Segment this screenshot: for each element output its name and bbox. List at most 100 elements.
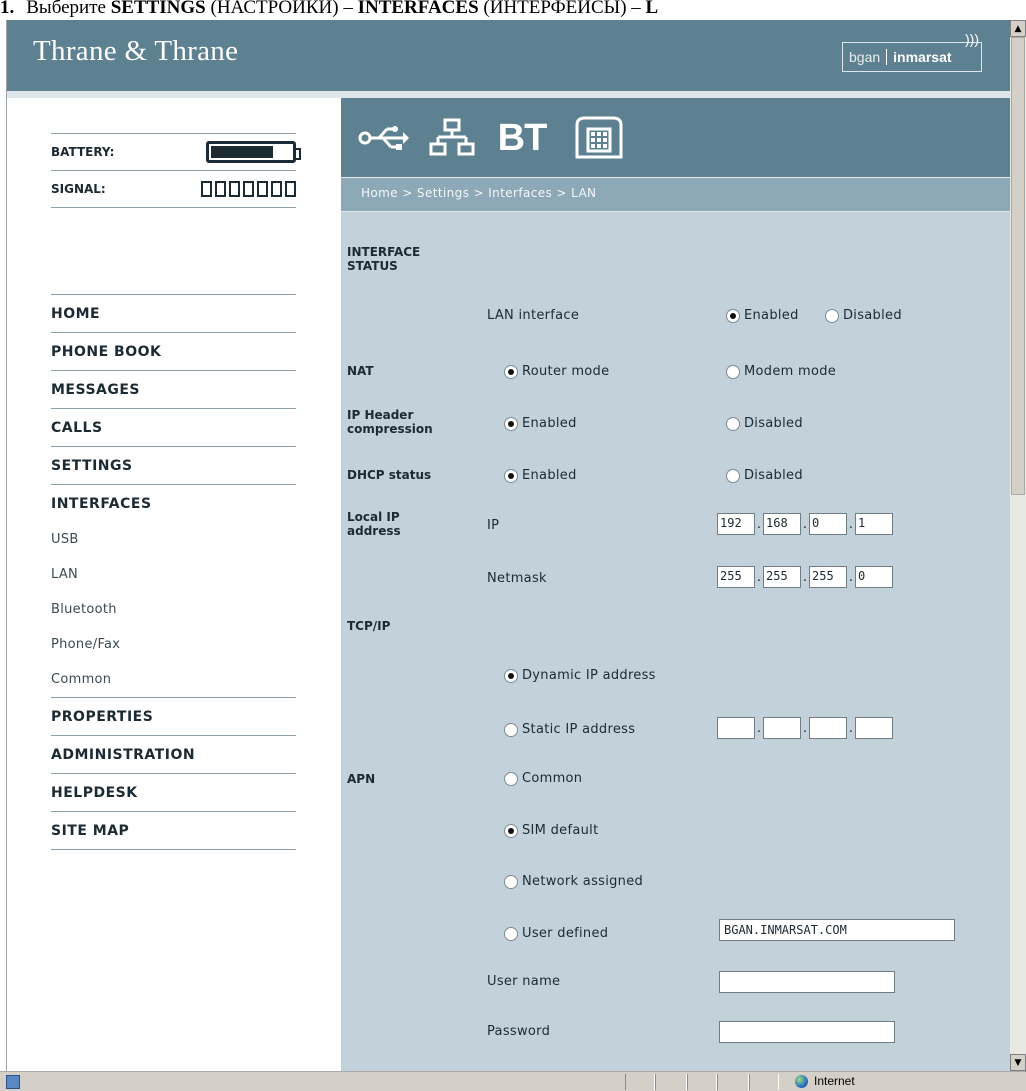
radio-button[interactable] xyxy=(504,364,518,379)
option-label: Enabled xyxy=(744,308,799,323)
scrollbar-thumb[interactable] xyxy=(1011,37,1025,495)
bgan-inmarsat-logo: bgan inmarsat ))) xyxy=(842,31,982,72)
netmask-input: 255. 255. 255. 0 xyxy=(717,566,893,588)
sidebar-item-usb[interactable]: USB xyxy=(51,522,296,557)
sidebar-item-common[interactable]: Common xyxy=(51,662,296,697)
netmask-octet-4[interactable]: 0 xyxy=(855,566,893,588)
sidebar-item-lan[interactable]: LAN xyxy=(51,557,296,592)
apn-network-assigned-radio[interactable]: Network assigned xyxy=(504,874,643,889)
heading-settings: SETTINGS xyxy=(110,0,206,18)
signal-waves-icon: ))) xyxy=(965,31,979,47)
octet-separator: . xyxy=(848,720,854,736)
usb-icon[interactable] xyxy=(357,114,409,162)
sidebar-item-site-map[interactable]: SITE MAP xyxy=(51,811,296,849)
option-label: Disabled xyxy=(843,308,902,323)
netmask-octet-1[interactable]: 255 xyxy=(717,566,755,588)
radio-button[interactable] xyxy=(726,308,740,323)
sidebar-item-messages[interactable]: MESSAGES xyxy=(51,370,296,408)
heading-interfaces-ru: (ИНТЕРФЕЙСЫ) – xyxy=(478,0,646,18)
netmask-octet-2[interactable]: 255 xyxy=(763,566,801,588)
zone-label: Internet xyxy=(814,1074,855,1088)
radio-button[interactable] xyxy=(504,668,518,683)
sidebar-item-home[interactable]: HOME xyxy=(51,294,296,332)
dynamic-ip-radio[interactable]: Dynamic IP address xyxy=(504,668,656,683)
radio-button[interactable] xyxy=(726,364,740,379)
octet-separator: . xyxy=(848,516,854,532)
lan-icon[interactable] xyxy=(429,114,475,162)
ip-octet-2[interactable]: 168 xyxy=(763,513,801,535)
interface-icon-bar: BT xyxy=(341,98,1011,177)
scroll-up-arrow-icon[interactable]: ▲ xyxy=(1010,20,1026,37)
sidebar-item-administration[interactable]: ADMINISTRATION xyxy=(51,735,296,773)
radio-button[interactable] xyxy=(825,308,839,323)
password-input[interactable] xyxy=(719,1021,895,1043)
static-ip-octet-2[interactable] xyxy=(763,717,801,739)
user-name-input[interactable] xyxy=(719,971,895,993)
apn-user-defined-radio[interactable]: User defined xyxy=(504,926,608,941)
radio-button[interactable] xyxy=(726,416,740,431)
static-ip-octet-4[interactable] xyxy=(855,717,893,739)
octet-separator: . xyxy=(848,569,854,585)
iphc-disabled-radio[interactable]: Disabled xyxy=(726,416,803,431)
static-ip-octet-3[interactable] xyxy=(809,717,847,739)
option-label: Static IP address xyxy=(522,722,636,737)
iphc-enabled-radio[interactable]: Enabled xyxy=(504,416,577,431)
sidebar-item-helpdesk[interactable]: HELPDESK xyxy=(51,773,296,811)
radio-button[interactable] xyxy=(504,468,518,483)
radio-button[interactable] xyxy=(504,926,518,941)
status-box: BATTERY: SIGNAL: xyxy=(51,133,301,208)
netmask-octet-3[interactable]: 255 xyxy=(809,566,847,588)
tcp-ip-label: TCP/IP xyxy=(347,619,391,633)
radio-button[interactable] xyxy=(726,468,740,483)
battery-row: BATTERY: xyxy=(51,134,301,170)
static-ip-radio[interactable]: Static IP address xyxy=(504,722,635,737)
scroll-down-arrow-icon[interactable]: ▼ xyxy=(1010,1054,1026,1071)
user-name-label: User name xyxy=(487,974,561,989)
apn-user-defined-input[interactable]: BGAN.INMARSAT.COM xyxy=(719,919,955,941)
signal-label: SIGNAL: xyxy=(51,182,106,196)
radio-button[interactable] xyxy=(504,874,518,889)
nat-router-mode-radio[interactable]: Router mode xyxy=(504,364,609,379)
nat-modem-mode-radio[interactable]: Modem mode xyxy=(726,364,836,379)
sidebar-item-calls[interactable]: CALLS xyxy=(51,408,296,446)
radio-button[interactable] xyxy=(504,722,518,737)
static-ip-octet-1[interactable] xyxy=(717,717,755,739)
phone-fax-icon[interactable] xyxy=(573,114,625,162)
battery-icon xyxy=(206,141,301,163)
signal-bar xyxy=(215,181,226,197)
page-icon xyxy=(6,1075,20,1089)
lan-disabled-radio[interactable]: Disabled xyxy=(825,308,902,323)
password-label: Password xyxy=(487,1024,551,1039)
signal-row: SIGNAL: xyxy=(51,171,296,207)
vertical-scrollbar[interactable]: ▲ ▼ xyxy=(1010,20,1026,1071)
bgan-logo-text: bgan xyxy=(843,49,888,65)
sidebar-item-bluetooth[interactable]: Bluetooth xyxy=(51,592,296,627)
apn-common-radio[interactable]: Common xyxy=(504,771,582,786)
status-segment xyxy=(717,1074,749,1090)
option-label: User defined xyxy=(522,926,609,941)
ip-octet-3[interactable]: 0 xyxy=(809,513,847,535)
radio-button[interactable] xyxy=(504,416,518,431)
apn-sim-default-radio[interactable]: SIM default xyxy=(504,823,598,838)
dhcp-enabled-radio[interactable]: Enabled xyxy=(504,468,577,483)
sidebar-item-settings[interactable]: SETTINGS xyxy=(51,446,296,484)
interface-status-label: INTERFACE STATUS xyxy=(347,245,421,273)
sidebar-item-phone-book[interactable]: PHONE BOOK xyxy=(51,332,296,370)
heading-interfaces: INTERFACES xyxy=(357,0,479,18)
ip-octet-4[interactable]: 1 xyxy=(855,513,893,535)
octet-separator: . xyxy=(756,516,762,532)
option-label: Disabled xyxy=(744,468,803,483)
sidebar-item-interfaces[interactable]: INTERFACES xyxy=(51,484,296,522)
radio-button[interactable] xyxy=(504,771,518,786)
sidebar-item-properties[interactable]: PROPERTIES xyxy=(51,697,296,735)
dhcp-disabled-radio[interactable]: Disabled xyxy=(726,468,803,483)
brand-logo: Thrane & Thrane xyxy=(33,35,239,67)
battery-terminal xyxy=(294,148,301,160)
bluetooth-icon[interactable]: BT xyxy=(491,114,553,162)
ip-octet-1[interactable]: 192 xyxy=(717,513,755,535)
sidebar-item-phone-fax[interactable]: Phone/Fax xyxy=(51,627,296,662)
document-heading: 1. Выберите SETTINGS (НАСТРОЙКИ) – INTERF… xyxy=(0,0,1026,20)
main-nav: HOME PHONE BOOK MESSAGES CALLS SETTINGS INTER… xyxy=(51,294,296,850)
radio-button[interactable] xyxy=(504,823,518,838)
lan-enabled-radio[interactable]: Enabled xyxy=(726,308,799,323)
